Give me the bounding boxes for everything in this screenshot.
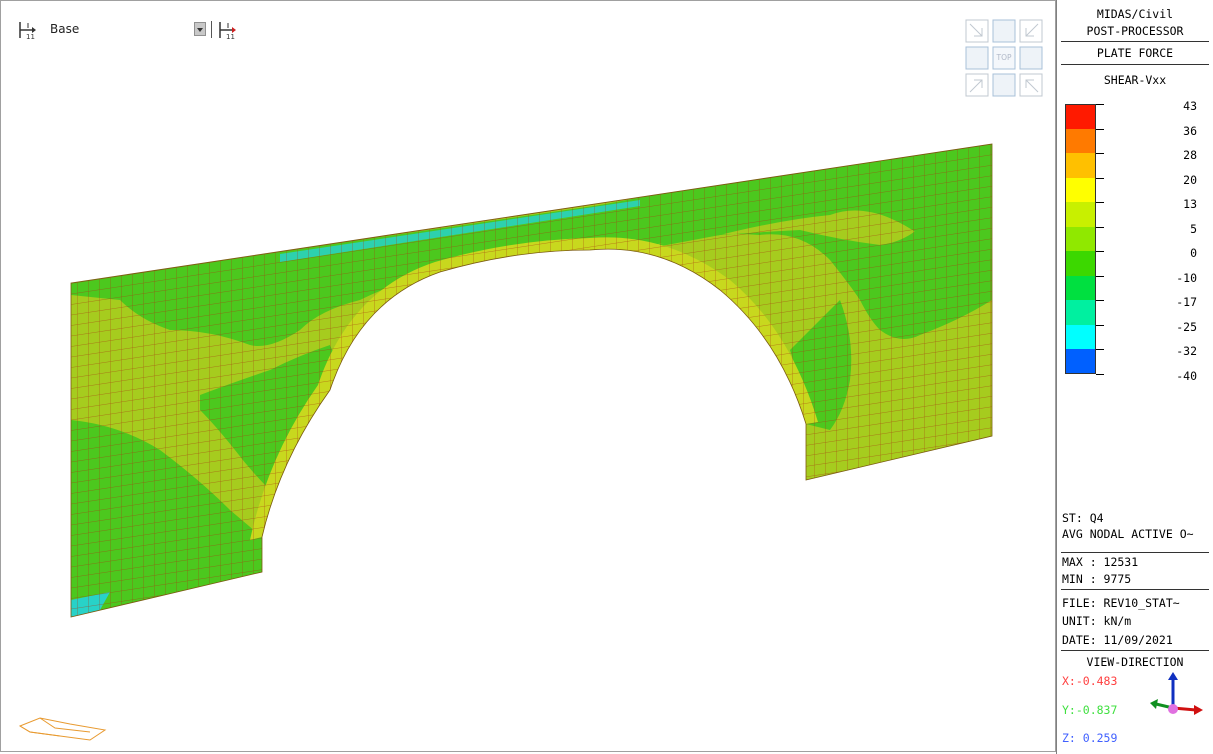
file-label: FILE: REV10_STAT~ <box>1062 596 1180 610</box>
color-scale-border <box>1065 104 1096 374</box>
color-scale-tick <box>1096 275 1104 277</box>
view-direction-z: Z: 0.259 <box>1062 731 1118 745</box>
color-scale-label: -10 <box>1176 270 1197 285</box>
component-label: SHEAR-Vxx <box>1103 73 1167 87</box>
model-viewport[interactable]: 11 Base 11 TOP <box>0 0 1056 754</box>
color-scale-tick <box>1096 373 1104 375</box>
color-scale-label: 0 <box>1190 246 1197 260</box>
color-scale-tick <box>1096 226 1104 228</box>
max-value: MAX : 12531 <box>1062 555 1139 569</box>
result-type-label: PLATE FORCE <box>1096 46 1174 60</box>
axis-triad-icon <box>1148 672 1208 726</box>
color-scale-tick <box>1096 324 1104 326</box>
orientation-glyph-icon <box>18 717 107 741</box>
color-scale-tick <box>1096 349 1104 350</box>
color-scale-label: -40 <box>1176 368 1197 383</box>
color-scale-label: 20 <box>1183 172 1197 187</box>
divider <box>1061 589 1209 590</box>
color-scale-label: 13 <box>1183 197 1197 211</box>
min-value: MIN : 9775 <box>1062 572 1132 586</box>
date-label: DATE: 11/09/2021 <box>1062 633 1173 647</box>
color-scale-label: -25 <box>1176 319 1197 334</box>
step-label: ST: Q4 <box>1062 511 1104 525</box>
color-scale-tick <box>1096 153 1104 154</box>
color-scale-tick <box>1096 251 1104 252</box>
plate-force-contour[interactable] <box>0 0 1056 754</box>
color-scale-label: -17 <box>1176 295 1197 309</box>
avg-nodal-label: AVG NODAL ACTIVE O~ <box>1062 527 1194 541</box>
color-scale-label: -32 <box>1176 344 1197 358</box>
color-scale-tick <box>1096 128 1104 130</box>
program-name-line1: MIDAS/Civil <box>1096 7 1174 21</box>
legend-panel: MIDAS/Civil POST-PROCESSOR PLATE FORCE S… <box>1056 0 1213 754</box>
divider <box>1061 650 1209 651</box>
divider <box>1061 64 1209 65</box>
color-scale-label: 36 <box>1183 123 1197 138</box>
plate-mesh <box>71 144 992 617</box>
color-scale-tick <box>1096 300 1104 301</box>
color-scale-tick <box>1096 202 1104 203</box>
color-scale-label: 28 <box>1183 148 1197 162</box>
color-scale-label: 43 <box>1183 99 1197 113</box>
view-direction-title: VIEW-DIRECTION <box>1086 655 1184 669</box>
unit-label: UNIT: kN/m <box>1062 614 1132 628</box>
color-scale-tick <box>1096 104 1104 105</box>
program-name-line2: POST-PROCESSOR <box>1086 24 1184 38</box>
color-scale-label: 5 <box>1190 221 1197 236</box>
color-scale-tick <box>1096 177 1104 179</box>
view-direction-x: X:-0.483 <box>1062 674 1118 688</box>
divider <box>1061 41 1209 42</box>
view-direction-y: Y:-0.837 <box>1062 703 1118 717</box>
divider <box>1061 552 1209 553</box>
